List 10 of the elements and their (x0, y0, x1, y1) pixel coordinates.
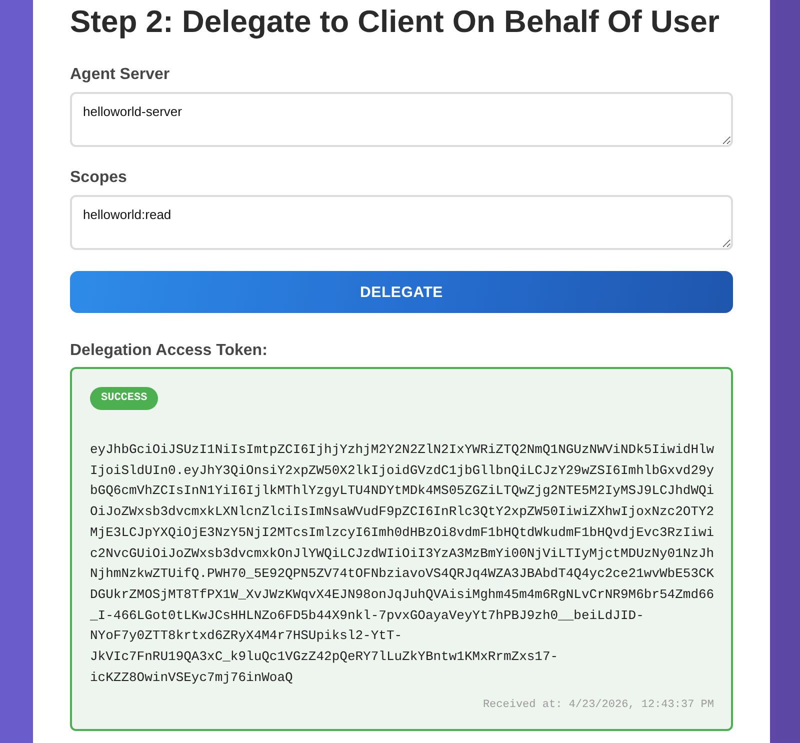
field-label: Scopes (70, 168, 127, 188)
status-badge: SUCCESS (90, 387, 158, 410)
delegate-button[interactable]: DELEGATE (70, 271, 733, 313)
scopes-field[interactable]: helloworld:read (70, 195, 733, 250)
token-text: eyJhbGciOiJSUzI1NiIsImtpZCI6IjhjYzhjM2Y2N2ZlN2IxYWRiZTQ2NmQ1NGUzNWViNDk5IiwidHlwIjoiSldUIn0.eyJhY3QiOnsiY2xpZW50X2lkIjoidGVzdC1jbGllbnQiLCJzY29wZSI6ImhlbGxvd29ybGQ6cmVhZCIsInN1YiI6IjlkMThlYzgyLTU4NDYtMDk4MS05ZGZiLTQwZjg2NTE5M2IyMSJ9LCJhdWQiOiJoZWxsb3dvcmxkLXNlcnZlciIsImNsaWVudF9pZCI6InRlc3QtY2xpZW50IiwiZXhwIjoxNzc2OTY2MjE3LCJpYXQiOjE3NzY5NjI2MTcsImlzcyI6Imh0dHBzOi8vdmF1bHQtdWkudmF1bHQvdjEvc3RzIiwic2NvcGUiOiJoZWxsb3dvcmxkOnJlYWQiLCJzdWIiOiI3YzA3MzBmYi00NjViLTIyMjctMDUzNy01NzJhNjhmNzkwZTUifQ.PWH70_5E92QPN5ZV74tOFNbziavoVS4QRJq4WZA3JBAbdT4Q4yc2ce21wvWbE53CKDGUkrZMOSjMT8TfPX1W_XvJWzKWqvX4EJN98onJqJuhQVAisiMghm45m4m6RgNLvCrNR9M6br54Zmd66_I-466LGot0tLKwJCsHHLNZo6FD5b44X9nkl-7pvxGOayaVeyYt7hPBJ9zh0__beiLdJID-NYoF7y0ZTT8krtxd6ZRyX4M4r7HSUpiksl2-YtT-JkVIc7FnRU19QA3xC_k9luQc1VGzZ42pQeRY7lLuZkYBntw1KMxRrmZxs17-icKZZ8OwinVSEyc7mj76inWoaQ (90, 441, 716, 687)
agent-server-field[interactable]: helloworld-server (70, 92, 733, 147)
page-heading: Step 2: Delegate to Client On Behalf Of User (70, 3, 720, 41)
field-label: Agent Server (70, 65, 170, 85)
received-timestamp: Received at: 4/23/2026, 12:43:37 PM (482, 698, 714, 714)
result-label: Delegation Access Token: (70, 341, 268, 361)
